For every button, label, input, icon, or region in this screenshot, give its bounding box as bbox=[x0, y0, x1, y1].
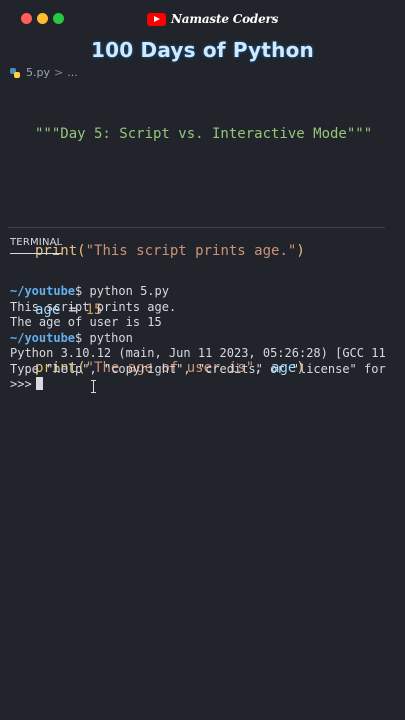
ibeam-cursor-icon bbox=[91, 380, 97, 393]
code-line-3: print("This script prints age.") bbox=[35, 242, 372, 262]
terminal-line: This script prints age. bbox=[10, 299, 177, 314]
close-window-button[interactable] bbox=[21, 13, 32, 24]
breadcrumb-separator: > bbox=[54, 66, 64, 79]
terminal-line: Python 3.10.12 (main, Jun 11 2023, 05:26… bbox=[10, 346, 387, 360]
tab-terminal[interactable]: TERMINAL bbox=[10, 237, 63, 254]
repl-prompt: >>> bbox=[10, 377, 32, 391]
maximize-window-button[interactable] bbox=[53, 13, 64, 24]
string-literal: "This script prints age." bbox=[85, 243, 297, 259]
terminal-line: The age of user is 15 bbox=[10, 315, 162, 329]
terminal-line: ~/youtube$ python 5.py bbox=[10, 284, 387, 300]
terminal-line: >>> bbox=[10, 377, 387, 393]
open-paren: ( bbox=[77, 243, 86, 259]
terminal-output[interactable]: ~/youtube$ python 5.py This script prints… bbox=[10, 284, 387, 393]
series-title: 100 Days of Python bbox=[91, 38, 314, 62]
minimize-window-button[interactable] bbox=[37, 13, 48, 24]
youtube-play-icon bbox=[147, 12, 166, 26]
command-text: python bbox=[82, 330, 133, 345]
breadcrumb-file[interactable]: 5.py bbox=[26, 66, 50, 79]
prompt-path: ~/youtube bbox=[10, 330, 76, 345]
text-cursor bbox=[35, 377, 43, 390]
command-text: python 5.py bbox=[82, 284, 169, 298]
breadcrumb-more[interactable]: ... bbox=[67, 66, 78, 79]
channel-brand: Namaste Coders bbox=[147, 10, 278, 28]
docstring: """Day 5: Script vs. Interactive Mode""" bbox=[35, 126, 373, 142]
python-file-icon bbox=[10, 67, 20, 78]
prompt-path: ~/youtube bbox=[10, 284, 76, 298]
close-paren: ) bbox=[296, 243, 305, 259]
panel-divider[interactable] bbox=[8, 227, 385, 228]
channel-name: Namaste Coders bbox=[171, 12, 279, 26]
title-bar: Namaste Coders bbox=[0, 0, 405, 38]
terminal-line: Type "help", "copyright", "credits" or "… bbox=[10, 361, 386, 376]
breadcrumb[interactable]: 5.py > ... bbox=[10, 66, 78, 79]
terminal-line: ~/youtube$ python bbox=[10, 331, 387, 347]
code-line-1: """Day 5: Script vs. Interactive Mode""" bbox=[35, 125, 372, 145]
